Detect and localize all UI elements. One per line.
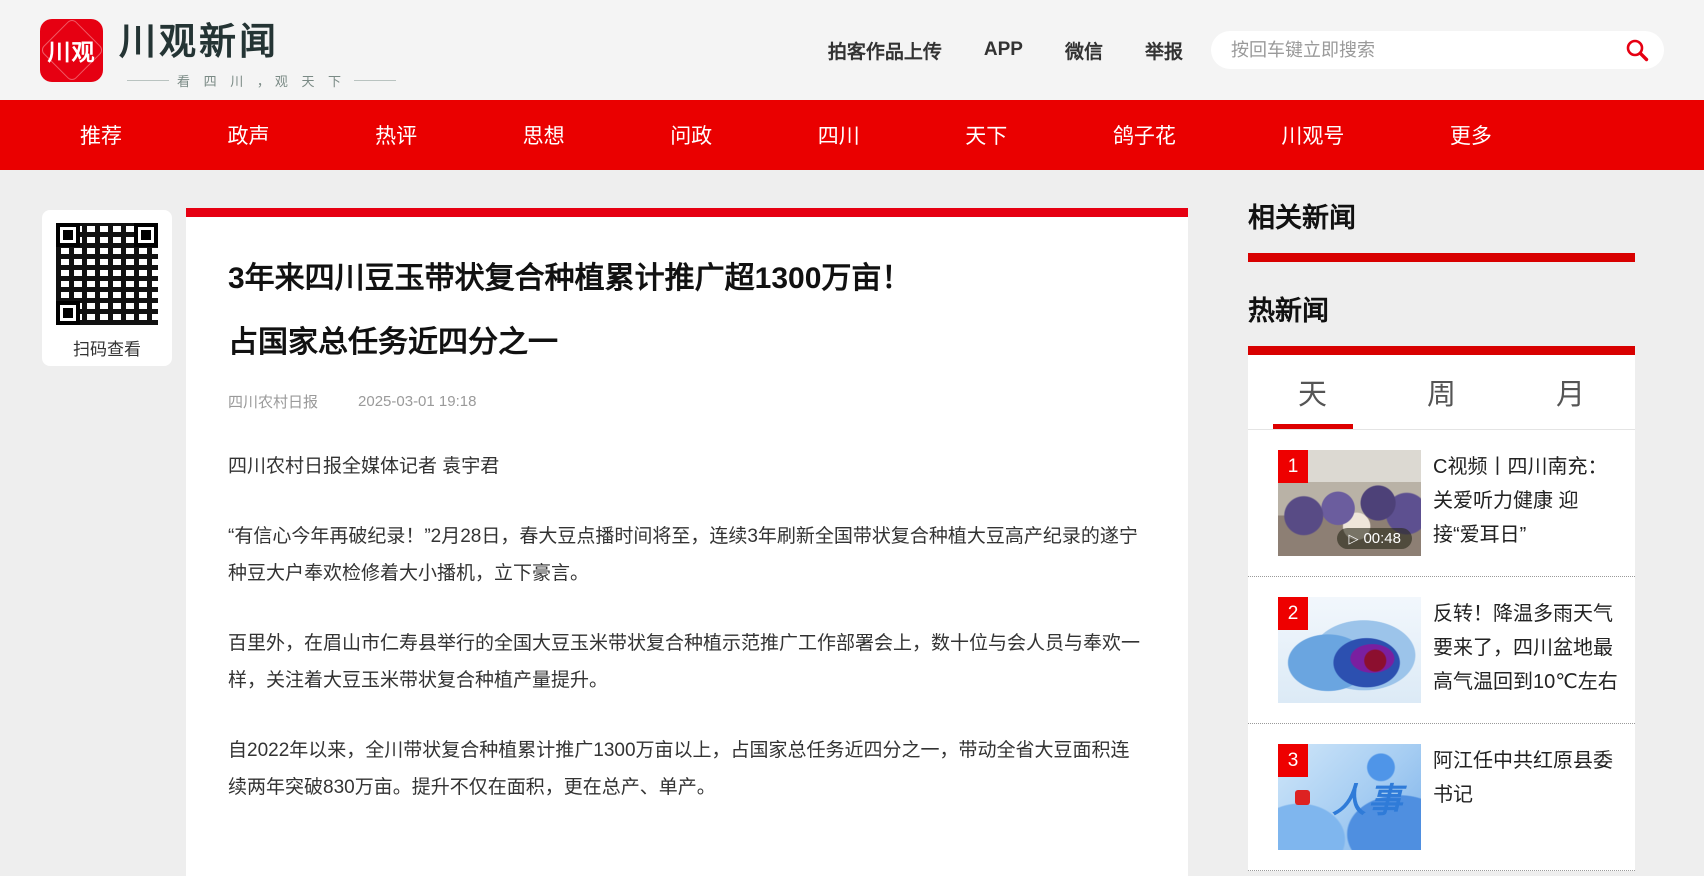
hot-news-card: 天 周 月 1 ▷ 00:48 C视频丨四川南充：关爱听力健康 迎接“爱耳日” … [1248, 355, 1635, 871]
tab-week[interactable]: 周 [1377, 355, 1506, 429]
header-utility-links: 拍客作品上传 APP 微信 举报 [828, 37, 1183, 64]
nav-item-cg-account[interactable]: 川观号 [1281, 120, 1344, 150]
article-paragraph: 自2022年以来，全川带状复合种植累计推广1300万亩以上，占国家总任务近四分之… [228, 732, 1144, 806]
news-thumbnail-weather-map: 2 [1278, 597, 1421, 703]
play-icon: ▷ [1348, 531, 1358, 547]
rank-badge: 2 [1278, 597, 1308, 630]
article-paragraph: 百里外，在眉山市仁寿县举行的全国大豆玉米带状复合种植示范推广工作部署会上，数十位… [228, 625, 1144, 699]
brand-tagline: 看 四 川 ，观 天 下 [119, 71, 404, 90]
rank-badge: 1 [1278, 450, 1308, 483]
article-body: 四川农村日报全媒体记者 袁宇君 “有信心今年再破纪录！”2月28日，春大豆点播时… [228, 448, 1144, 806]
hot-news-heading: 热新闻 [1248, 289, 1635, 328]
nav-item-sichuan[interactable]: 四川 [818, 120, 860, 150]
related-news-heading: 相关新闻 [1248, 196, 1635, 235]
brand-block: 川观新闻 看 四 川 ，观 天 下 [119, 11, 404, 90]
link-report[interactable]: 举报 [1145, 37, 1183, 64]
sidebar: 相关新闻 热新闻 天 周 月 1 ▷ 00:48 C视频丨四川南充：关爱听力健康… [1248, 196, 1635, 871]
logo-square-text: 川观 [48, 33, 96, 67]
nav-item-world[interactable]: 天下 [965, 120, 1007, 150]
link-app[interactable]: APP [984, 39, 1023, 61]
tab-month[interactable]: 月 [1506, 355, 1635, 429]
thumbnail-word: 人事 [1332, 773, 1404, 822]
article-paragraph: 四川农村日报全媒体记者 袁宇君 [228, 448, 1144, 485]
article-title-line: 3年来四川豆玉带状复合种植累计推广超1300万亩！ [228, 247, 1144, 311]
news-thumbnail-personnel: 3 人事 [1278, 744, 1421, 850]
hot-news-item[interactable]: 2 反转！降温多雨天气要来了，四川盆地最高气温回到10℃左右 [1248, 577, 1635, 724]
tab-day[interactable]: 天 [1248, 355, 1377, 429]
cg-mini-logo-icon [1295, 790, 1310, 805]
article-paragraph: “有信心今年再破纪录！”2月28日，春大豆点播时间将至，连续3年刷新全国带状复合… [228, 518, 1144, 592]
hot-news-title: C视频丨四川南充：关爱听力健康 迎接“爱耳日” [1433, 450, 1625, 556]
article-card: 3年来四川豆玉带状复合种植累计推广超1300万亩！ 占国家总任务近四分之一 四川… [186, 208, 1188, 876]
link-upload[interactable]: 拍客作品上传 [828, 37, 942, 64]
video-duration: 00:48 [1363, 530, 1401, 547]
search-input[interactable] [1231, 40, 1624, 61]
article-byline: 四川农村日报 2025-03-01 19:18 [228, 391, 1144, 412]
nav-item-ask-politics[interactable]: 问政 [670, 120, 712, 150]
site-logo[interactable]: 川观 川观新闻 看 四 川 ，观 天 下 [40, 11, 404, 90]
tagline-dash-left [127, 80, 169, 81]
video-duration-badge: ▷ 00:48 [1337, 528, 1412, 549]
search-box [1211, 31, 1664, 69]
article-title: 3年来四川豆玉带状复合种植累计推广超1300万亩！ 占国家总任务近四分之一 [228, 247, 1144, 375]
qr-finder-icon [56, 223, 80, 247]
tagline-text: 看 四 川 ，观 天 下 [177, 71, 346, 90]
related-news-divider [1248, 253, 1635, 262]
article-timestamp: 2025-03-01 19:18 [358, 393, 476, 410]
search-icon[interactable] [1624, 37, 1650, 63]
rank-badge: 3 [1278, 744, 1308, 777]
nav-item-hot-comment[interactable]: 热评 [375, 120, 417, 150]
hot-news-title: 反转！降温多雨天气要来了，四川盆地最高气温回到10℃左右 [1433, 597, 1625, 703]
qr-card: 扫码查看 [42, 210, 172, 366]
hot-news-title: 阿江任中共红原县委书记 [1433, 744, 1625, 850]
page: 川观 川观新闻 看 四 川 ，观 天 下 拍客作品上传 APP 微信 举报 推荐 [0, 0, 1704, 876]
tagline-dash-right [354, 80, 396, 81]
news-thumbnail-classroom: 1 ▷ 00:48 [1278, 450, 1421, 556]
nav-item-dove-flower[interactable]: 鸽子花 [1113, 120, 1176, 150]
nav-item-recommend[interactable]: 推荐 [80, 120, 122, 150]
site-header: 川观 川观新闻 看 四 川 ，观 天 下 拍客作品上传 APP 微信 举报 [0, 0, 1704, 100]
hot-news-divider [1248, 346, 1635, 355]
hot-news-tabs: 天 周 月 [1248, 355, 1635, 430]
link-wechat[interactable]: 微信 [1065, 37, 1103, 64]
qr-finder-icon [134, 223, 158, 247]
qr-caption: 扫码查看 [42, 335, 172, 360]
article-title-line: 占国家总任务近四分之一 [228, 311, 1144, 375]
nav-item-politics-voice[interactable]: 政声 [228, 120, 270, 150]
nav-item-thought[interactable]: 思想 [523, 120, 565, 150]
article-source[interactable]: 四川农村日报 [228, 391, 318, 412]
nav-item-more[interactable]: 更多 [1450, 120, 1492, 150]
hot-news-item[interactable]: 3 人事 阿江任中共红原县委书记 [1248, 724, 1635, 871]
main-nav: 推荐 政声 热评 思想 问政 四川 天下 鸽子花 川观号 更多 [0, 100, 1704, 170]
qr-code-image [56, 223, 158, 325]
qr-finder-icon [56, 301, 80, 325]
logo-square-icon: 川观 [40, 19, 103, 82]
hot-news-item[interactable]: 1 ▷ 00:48 C视频丨四川南充：关爱听力健康 迎接“爱耳日” [1248, 430, 1635, 577]
brand-title: 川观新闻 [119, 11, 404, 65]
